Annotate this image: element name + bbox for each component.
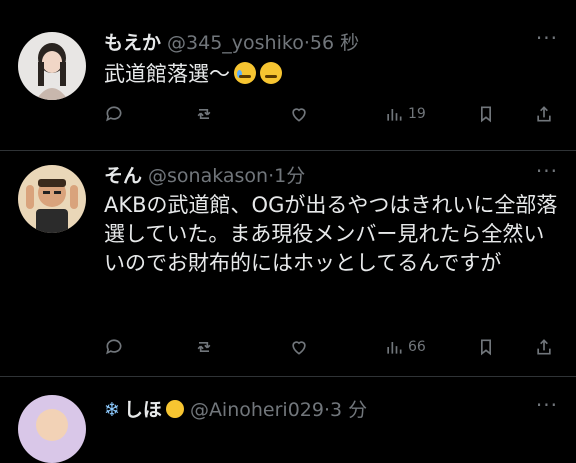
avatar[interactable]	[18, 165, 86, 233]
tweet[interactable]: そん @sonakason·1分 ··· AKBの武道館、OGが出るやつはきれいに…	[0, 151, 576, 376]
like-icon	[289, 337, 309, 357]
handle-timestamp[interactable]: @Ainoheri029·3 分	[190, 399, 367, 421]
views-button[interactable]: 66	[384, 337, 426, 357]
tweet-header: ❄ しほ @Ainoheri029·3 分	[104, 395, 367, 422]
smiling-face-icon	[260, 62, 282, 84]
like-count: 19	[408, 106, 426, 122]
tweet-header: もえか @345_yoshiko·56 秒	[104, 28, 359, 55]
more-icon[interactable]: ···	[536, 393, 558, 417]
tweet-actions: 19	[104, 104, 556, 130]
display-name[interactable]: もえか	[104, 32, 161, 54]
like-button[interactable]	[289, 337, 309, 357]
retweet-button[interactable]	[194, 104, 214, 124]
reply-icon	[104, 104, 124, 124]
avatar[interactable]	[18, 395, 86, 463]
tweet[interactable]: ❄ しほ @Ainoheri029·3 分 ···	[0, 377, 576, 463]
like-button[interactable]	[289, 104, 309, 124]
bookmark-button[interactable]	[476, 104, 496, 124]
snowflake-icon: ❄	[104, 399, 120, 421]
share-icon	[534, 104, 554, 124]
tweet-header: そん @sonakason·1分	[104, 161, 305, 188]
tweet-text: AKBの武道館、OGが出るやつはきれいに全部落選していた。まあ現役メンバー見れた…	[104, 193, 558, 275]
tweet[interactable]: もえか @345_yoshiko·56 秒 ··· 武道館落選〜 19	[0, 0, 576, 150]
more-icon[interactable]: ···	[536, 159, 558, 183]
bookmark-icon	[476, 104, 496, 124]
reply-button[interactable]	[104, 104, 124, 124]
share-icon	[534, 337, 554, 357]
retweet-icon	[194, 337, 214, 357]
views-icon	[384, 104, 404, 124]
timeline-feed: もえか @345_yoshiko·56 秒 ··· 武道館落選〜 19 そん @…	[0, 0, 576, 463]
like-icon	[289, 104, 309, 124]
reply-button[interactable]	[104, 337, 124, 357]
more-icon[interactable]: ···	[536, 26, 558, 50]
share-button[interactable]	[534, 104, 554, 124]
handle-timestamp[interactable]: @sonakason·1分	[148, 165, 305, 187]
display-name[interactable]: しほ	[124, 399, 162, 421]
bookmark-button[interactable]	[476, 337, 496, 357]
crying-face-icon	[234, 62, 256, 84]
like-count: 66	[408, 339, 426, 355]
views-button[interactable]: 19	[384, 104, 426, 124]
avatar[interactable]	[18, 32, 86, 100]
views-icon	[384, 337, 404, 357]
bookmark-icon	[476, 337, 496, 357]
retweet-button[interactable]	[194, 337, 214, 357]
yellow-circle-icon	[165, 400, 184, 418]
tweet-actions: 66	[104, 337, 556, 363]
retweet-icon	[194, 104, 214, 124]
tweet-text-content: 武道館落選〜	[104, 62, 230, 86]
handle-timestamp[interactable]: @345_yoshiko·56 秒	[167, 32, 359, 54]
reply-icon	[104, 337, 124, 357]
share-button[interactable]	[534, 337, 554, 357]
display-name[interactable]: そん	[104, 165, 142, 187]
tweet-text: 武道館落選〜	[104, 60, 562, 89]
